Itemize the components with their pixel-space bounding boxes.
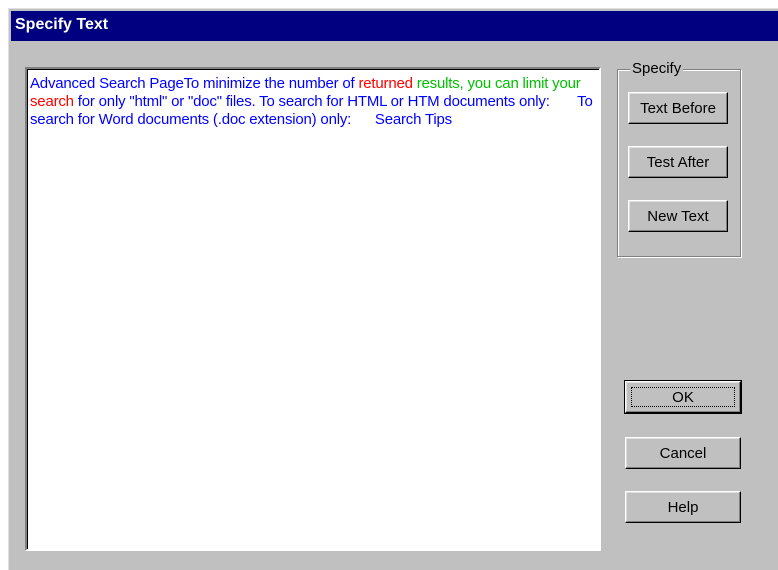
text-before-button[interactable]: Text Before <box>628 92 728 124</box>
new-text-button[interactable]: New Text <box>628 200 728 232</box>
ok-button[interactable]: OK <box>624 380 742 414</box>
specify-groupbox: Specify Text Before Test After New Text <box>617 60 741 257</box>
text-area[interactable]: Advanced Search PageTo minimize the numb… <box>25 67 601 551</box>
specify-group-label: Specify <box>630 60 684 77</box>
window-title: Specify Text <box>15 16 109 33</box>
text-segment-highlight: returned <box>358 75 413 92</box>
focus-rectangle <box>631 387 735 407</box>
test-after-button[interactable]: Test After <box>628 146 728 178</box>
text-segment: Advanced Search PageTo minimize the numb… <box>30 75 359 92</box>
help-button[interactable]: Help <box>625 491 741 523</box>
title-bar[interactable]: Specify Text <box>11 11 778 41</box>
text-segment: for only "html" or "doc" files. To searc… <box>30 93 597 128</box>
specify-text-dialog: Specify Text Advanced Search PageTo mini… <box>8 8 778 570</box>
text-segment-highlight: results, you can limit your <box>412 75 581 92</box>
cancel-button[interactable]: Cancel <box>625 437 741 469</box>
